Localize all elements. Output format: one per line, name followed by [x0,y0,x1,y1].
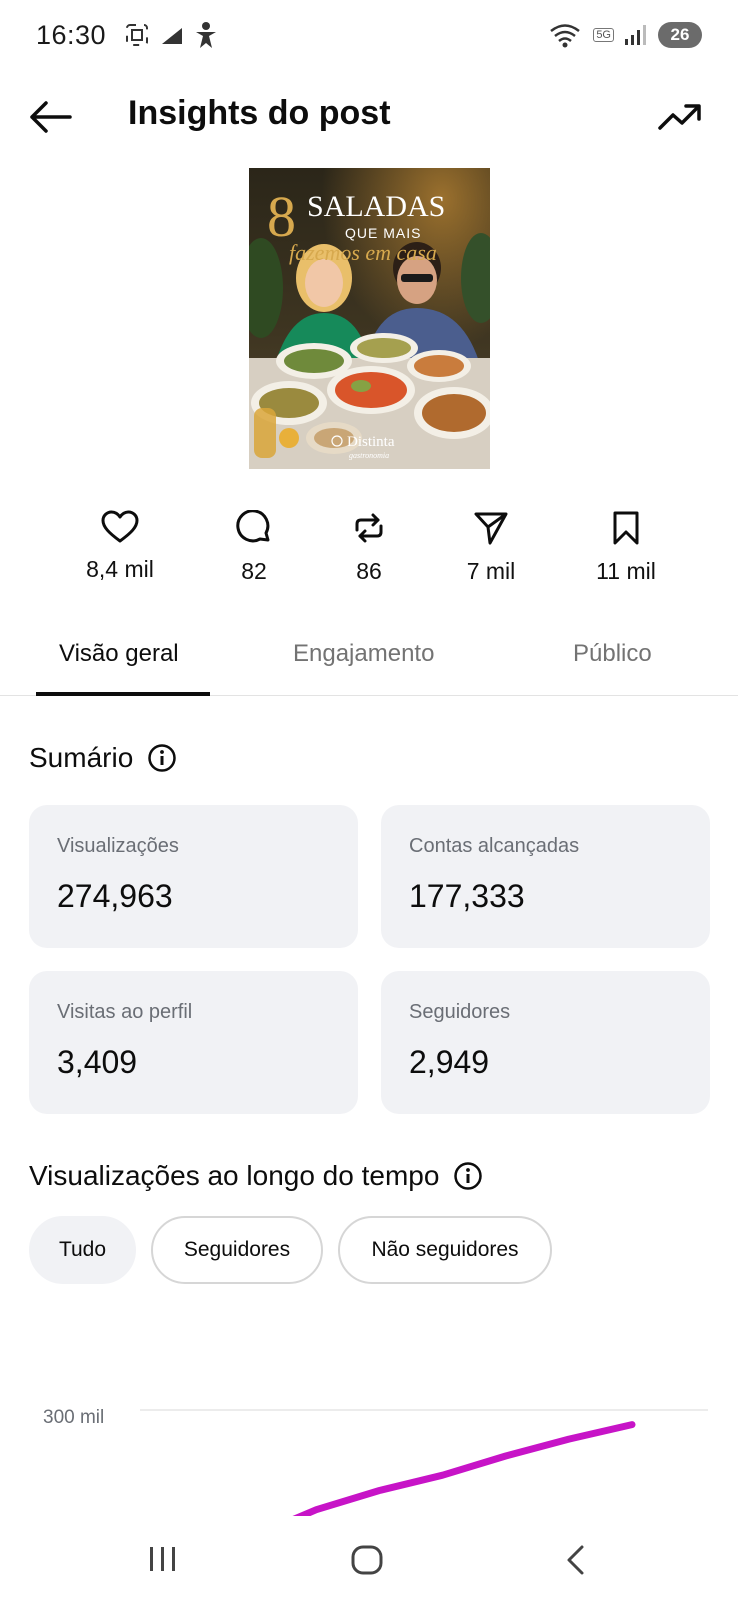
back-arrow-icon[interactable] [28,94,74,140]
comments-stat[interactable]: 82 [194,510,314,585]
chart-plot [140,1409,708,1516]
heart-icon [101,510,139,543]
send-icon [474,512,508,545]
saves-stat[interactable]: 11 mil [566,510,686,585]
screenshot-icon [126,24,149,46]
chip-followers[interactable]: Seguidores [151,1216,323,1284]
card-value: 2,949 [409,1044,490,1080]
insights-tabs: Visão geral Engajamento Público [0,620,738,696]
saves-count: 11 mil [596,558,656,584]
profile-visits-card[interactable]: Visitas ao perfil 3,409 [29,971,358,1114]
reposts-stat[interactable]: 86 [309,510,429,585]
info-icon[interactable] [147,743,177,773]
comments-count: 82 [241,558,267,584]
card-label: Visitas ao perfil [57,1001,193,1023]
card-value: 177,333 [409,878,525,914]
card-value: 3,409 [57,1044,138,1080]
chip-all[interactable]: Tudo [29,1216,136,1284]
bookmark-icon [613,511,639,545]
views-card[interactable]: Visualizações 274,963 [29,805,358,948]
tab-engagement[interactable]: Engajamento [293,640,434,668]
brand-sub: gastronomia [349,451,389,460]
reach-card[interactable]: Contas alcançadas 177,333 [381,805,710,948]
headline-subline: QUE MAIS [345,225,421,241]
cell-signal-icon [625,25,646,45]
views-over-time-title: Visualizações ao longo do tempo [29,1160,440,1191]
network-5g-badge: 5G [593,28,614,42]
shares-stat[interactable]: 7 mil [431,510,551,585]
signal-stack-icon [162,28,183,44]
likes-count: 8,4 mil [86,556,154,582]
summary-title: Sumário [29,742,134,773]
active-tab-indicator [36,692,210,696]
trending-up-icon[interactable] [656,96,704,136]
card-value: 274,963 [57,878,173,914]
summary-heading: Sumário [29,742,177,774]
card-label: Contas alcançadas [409,835,580,857]
card-label: Visualizações [57,835,179,857]
tab-overview[interactable]: Visão geral [59,640,179,668]
post-thumbnail[interactable]: 8 SALADAS QUE MAIS fazemos em casa Disti… [249,168,490,469]
status-time: 16:30 [36,19,107,50]
header: Insights do post [0,76,738,156]
post-image: 8 SALADAS QUE MAIS fazemos em casa Disti… [249,168,490,469]
info-icon[interactable] [453,1161,483,1191]
repost-icon [355,513,383,543]
back-nav-icon[interactable] [564,1544,588,1576]
wifi-icon [550,24,581,48]
likes-stat[interactable]: 8,4 mil [60,510,180,583]
series-line [292,1421,636,1516]
reposts-count: 86 [356,558,382,584]
shares-count: 7 mil [466,558,516,584]
post-stats: 8,4 mil 82 86 7 mil 11 mil [0,510,738,610]
recent-apps-icon[interactable] [146,1544,180,1574]
views-over-time-heading: Visualizações ao longo do tempo [29,1160,483,1192]
headline-script: fazemos em casa [289,240,437,265]
accessibility-icon [196,22,217,48]
followers-card[interactable]: Seguidores 2,949 [381,971,710,1114]
card-label: Seguidores [409,1001,511,1023]
comment-icon [236,510,270,543]
home-icon[interactable] [350,1544,384,1576]
page-title: Insights do post [128,94,391,132]
system-nav-bar [0,1516,738,1600]
status-bar: 16:30 5G 26 [0,0,738,70]
views-chart: 300 mil [0,1380,738,1516]
headline-word: SALADAS [307,190,445,223]
brand-name: Distinta [347,434,395,450]
chip-non-followers[interactable]: Não seguidores [338,1216,552,1284]
battery-indicator: 26 [658,22,702,48]
tab-audience[interactable]: Público [573,640,652,668]
